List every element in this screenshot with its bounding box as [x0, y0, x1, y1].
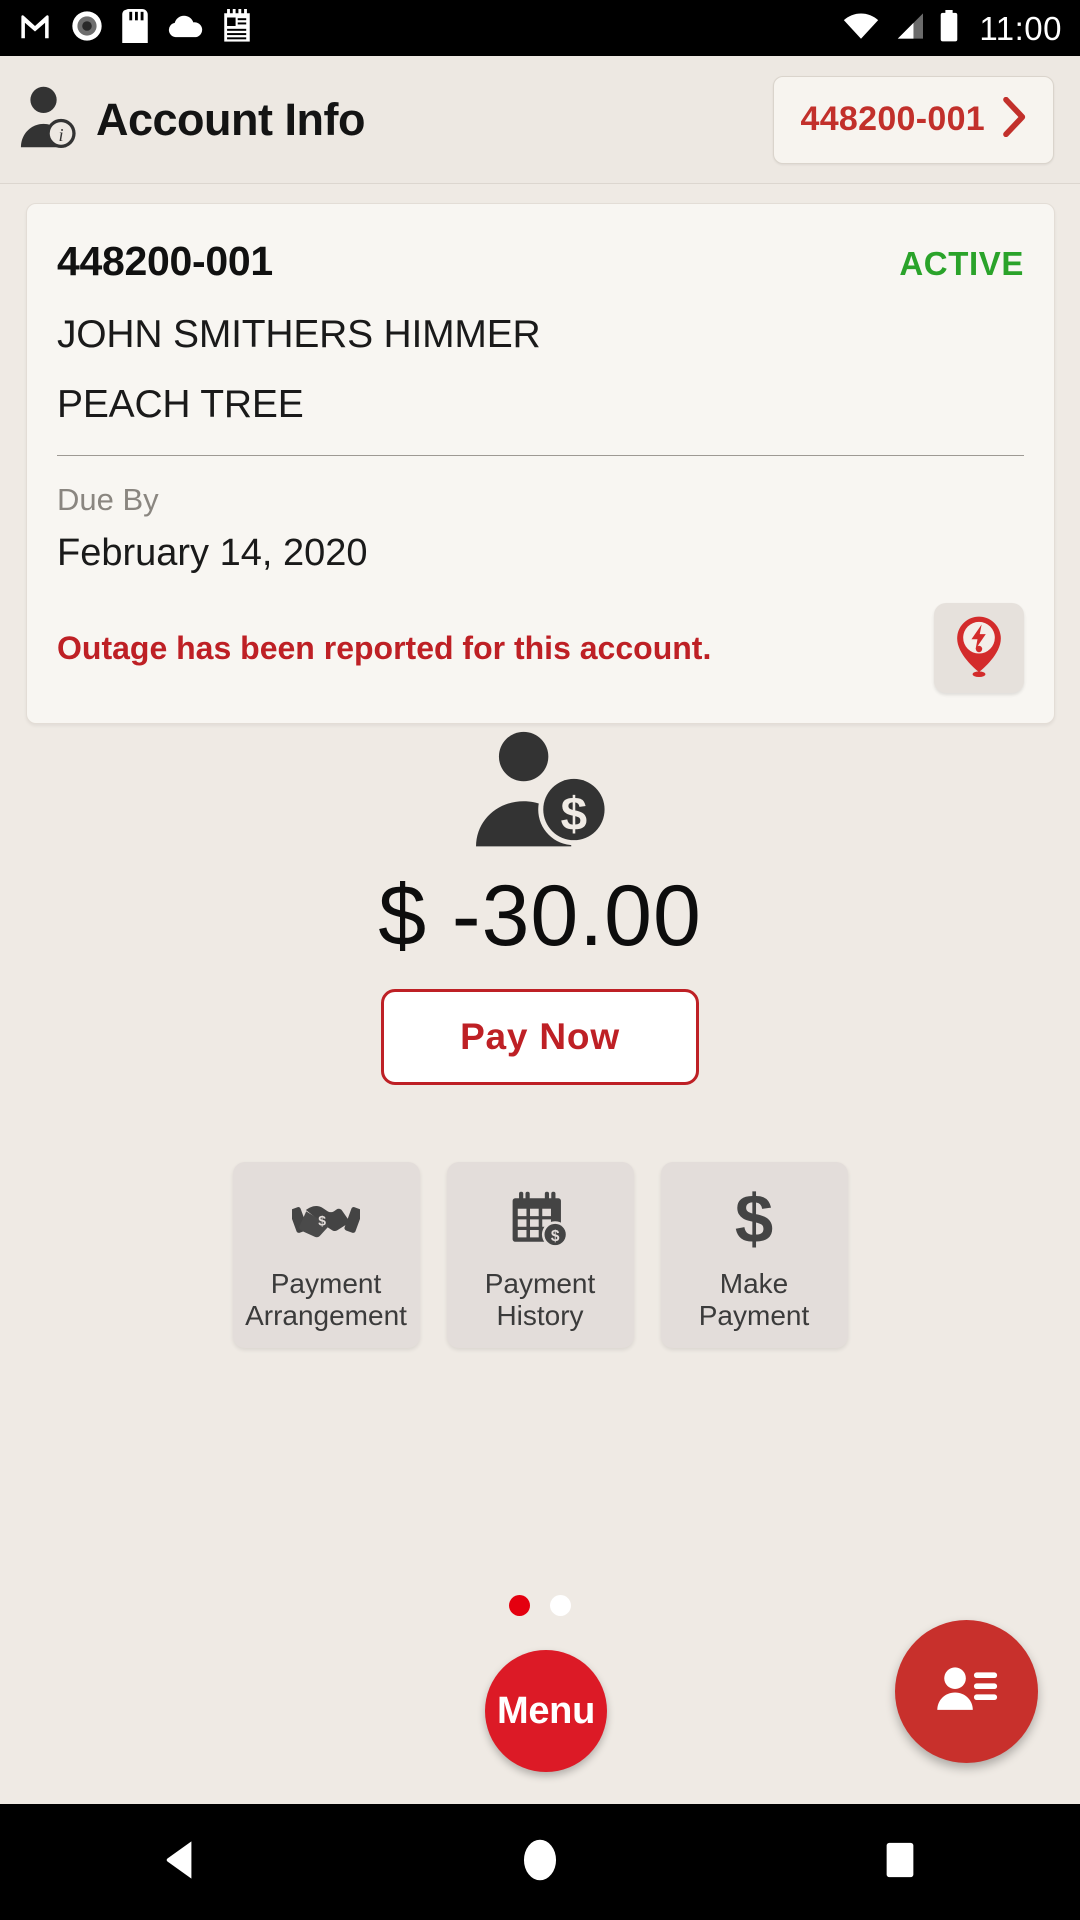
notepad-icon: [222, 8, 252, 48]
contact-fab-button[interactable]: [895, 1620, 1038, 1763]
svg-text:$: $: [551, 1228, 560, 1245]
nav-back-button[interactable]: [120, 1804, 240, 1920]
calendar-dollar-icon: $: [509, 1188, 571, 1252]
battery-icon: [939, 9, 959, 47]
page-indicator[interactable]: [0, 1595, 1080, 1616]
account-summary-card[interactable]: 448200-001 ACTIVE JOHN SMITHERS HIMMER P…: [26, 203, 1055, 724]
back-triangle-icon: [161, 1839, 199, 1886]
outage-status-button[interactable]: [934, 603, 1024, 693]
outage-row: Outage has been reported for this accoun…: [57, 603, 1024, 693]
status-bar-clock: 11:00: [979, 9, 1062, 47]
handshake-icon: $: [292, 1188, 360, 1252]
recents-square-icon: [882, 1839, 918, 1886]
balance-section: $ $ -30.00 Pay Now: [0, 728, 1080, 1085]
chevron-right-icon: [1001, 96, 1027, 142]
due-by-date: February 14, 2020: [57, 532, 368, 574]
account-selector-label: 448200-001: [800, 100, 985, 138]
tile-payment-arrangement-label: Payment Arrangement: [245, 1268, 407, 1332]
cloud-icon: [167, 13, 203, 44]
tile-label-line1: Make: [719, 1268, 789, 1299]
outage-message: Outage has been reported for this accoun…: [57, 629, 712, 666]
tile-payment-history-label: Payment History: [485, 1268, 596, 1332]
status-bar-right-icons: 11:00: [843, 9, 1062, 47]
service-address: PEACH TREE: [57, 383, 304, 426]
customer-balance-icon: $: [465, 728, 615, 855]
card-header-row: 448200-001 ACTIVE: [57, 238, 1024, 285]
account-info-avatar-icon: i: [18, 84, 80, 155]
quick-action-tiles: $ Payment Arrangement $ Payment History …: [0, 1162, 1080, 1348]
page-dot-2[interactable]: [550, 1595, 571, 1616]
tile-label-line2: Payment: [698, 1300, 810, 1331]
tile-label-line1: Payment: [270, 1268, 382, 1299]
svg-text:$: $: [318, 1212, 326, 1228]
home-circle-icon: [519, 1837, 561, 1888]
page-dot-1-active[interactable]: [509, 1595, 530, 1616]
sd-card-icon: [122, 8, 148, 48]
status-bar-left-icons: [18, 8, 843, 48]
balance-amount: $ -30.00: [378, 868, 702, 964]
page-title: Account Info: [96, 93, 365, 145]
gmail-icon: [18, 11, 52, 46]
pay-now-button[interactable]: Pay Now: [381, 989, 699, 1085]
svg-text:$: $: [561, 788, 587, 841]
tile-label-line1: Payment: [484, 1268, 596, 1299]
app-header: i Account Info 448200-001: [0, 56, 1080, 184]
card-account-number: 448200-001: [57, 238, 273, 284]
status-badge: ACTIVE: [899, 245, 1024, 282]
menu-button[interactable]: Menu: [485, 1650, 607, 1772]
contact-card-icon: [934, 1662, 1000, 1721]
tile-label-line2: Arrangement: [245, 1300, 407, 1331]
wifi-icon: [843, 12, 879, 45]
due-by-label: Due By: [57, 482, 159, 517]
customer-name: JOHN SMITHERS HIMMER: [57, 313, 541, 356]
tile-payment-history[interactable]: $ Payment History: [446, 1162, 634, 1348]
tile-make-payment-label: Make Payment: [699, 1268, 810, 1332]
cellular-signal-icon: [893, 12, 925, 45]
card-divider: [57, 455, 1024, 456]
outage-pin-icon: [950, 614, 1008, 683]
account-selector-chip[interactable]: 448200-001: [773, 75, 1054, 164]
header-left-group: i Account Info: [18, 84, 773, 155]
svg-text:i: i: [59, 125, 64, 145]
svg-text:$: $: [735, 1189, 773, 1251]
nav-home-button[interactable]: [480, 1804, 600, 1920]
android-navigation-bar: [0, 1804, 1080, 1920]
tile-payment-arrangement[interactable]: $ Payment Arrangement: [232, 1162, 420, 1348]
tile-label-line2: History: [496, 1300, 584, 1331]
dollar-sign-icon: $: [731, 1188, 777, 1252]
tile-make-payment[interactable]: $ Make Payment: [660, 1162, 848, 1348]
status-bar: 11:00: [0, 0, 1080, 56]
record-circle-icon: [71, 10, 103, 47]
nav-recents-button[interactable]: [840, 1804, 960, 1920]
